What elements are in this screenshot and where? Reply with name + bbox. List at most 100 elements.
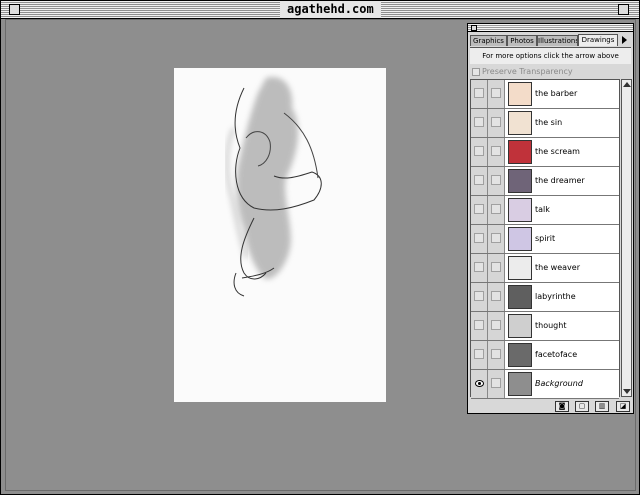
visibility-cell	[474, 349, 484, 359]
layer-row[interactable]: Background	[471, 370, 619, 399]
link-cell	[491, 378, 501, 388]
visibility-cell	[474, 291, 484, 301]
visibility-cell	[474, 175, 484, 185]
palette-bottom-bar: ◙ ▢ ▥ ◪	[470, 401, 631, 412]
layer-thumbnail	[508, 227, 532, 251]
visibility-cell	[474, 117, 484, 127]
link-cell	[491, 117, 501, 127]
layer-link-toggle[interactable]	[488, 196, 505, 224]
new-layer-icon[interactable]: ▢	[575, 401, 589, 412]
layer-link-toggle[interactable]	[488, 341, 505, 369]
layer-visibility-toggle[interactable]	[471, 341, 488, 369]
layer-visibility-toggle[interactable]	[471, 283, 488, 311]
preserve-transparency[interactable]: Preserve Transparency	[470, 66, 631, 78]
tab-illustrations[interactable]: Illustrations	[537, 35, 578, 46]
layer-row[interactable]: the barber	[471, 80, 619, 109]
layer-list: the barber the sin the scream the dreamer ta…	[470, 79, 620, 399]
resize-icon[interactable]: ◪	[616, 401, 630, 412]
link-cell	[491, 262, 501, 272]
layer-link-toggle[interactable]	[488, 109, 505, 137]
eye-icon	[475, 380, 484, 387]
preserve-transparency-label: Preserve Transparency	[482, 67, 573, 76]
link-cell	[491, 175, 501, 185]
close-box[interactable]	[9, 4, 20, 15]
layer-link-toggle[interactable]	[488, 283, 505, 311]
layer-visibility-toggle[interactable]	[471, 109, 488, 137]
layer-visibility-toggle[interactable]	[471, 370, 488, 398]
palette-tabs: Graphics Photos Illustrations Drawings	[470, 34, 631, 46]
layer-name: the weaver	[535, 263, 580, 272]
visibility-cell	[474, 88, 484, 98]
layer-name: the dreamer	[535, 176, 585, 185]
palette-title-bar[interactable]	[468, 24, 633, 32]
layer-name: talk	[535, 205, 550, 214]
window-title: agathehd.com	[280, 1, 381, 18]
title-bar[interactable]: agathehd.com	[1, 1, 639, 19]
layer-row[interactable]: talk	[471, 196, 619, 225]
layer-visibility-toggle[interactable]	[471, 138, 488, 166]
visibility-cell	[474, 320, 484, 330]
layer-visibility-toggle[interactable]	[471, 312, 488, 340]
layer-link-toggle[interactable]	[488, 138, 505, 166]
link-cell	[491, 320, 501, 330]
layer-thumbnail	[508, 169, 532, 193]
layer-thumbnail	[508, 111, 532, 135]
layer-visibility-toggle[interactable]	[471, 167, 488, 195]
layer-link-toggle[interactable]	[488, 312, 505, 340]
layer-list-scrollbar[interactable]	[621, 79, 632, 397]
layer-link-toggle[interactable]	[488, 80, 505, 108]
layer-name: the scream	[535, 147, 580, 156]
visibility-cell	[474, 146, 484, 156]
browser-window: agathehd.com Graphics Photos Illustratio…	[0, 0, 640, 495]
layer-row[interactable]: the dreamer	[471, 167, 619, 196]
palette-menu-arrow-icon[interactable]	[622, 36, 627, 44]
layer-thumbnail	[508, 314, 532, 338]
layer-row[interactable]: labyrinthe	[471, 283, 619, 312]
visibility-cell	[474, 262, 484, 272]
link-cell	[491, 146, 501, 156]
layer-visibility-toggle[interactable]	[471, 225, 488, 253]
layer-name: thought	[535, 321, 567, 330]
zoom-box[interactable]	[618, 4, 629, 15]
layer-link-toggle[interactable]	[488, 167, 505, 195]
layer-link-toggle[interactable]	[488, 254, 505, 282]
layers-palette: Graphics Photos Illustrations Drawings F…	[467, 23, 634, 414]
layer-thumbnail	[508, 372, 532, 396]
layer-row[interactable]: thought	[471, 312, 619, 341]
scroll-down-icon[interactable]	[623, 389, 631, 394]
link-cell	[491, 233, 501, 243]
tab-graphics[interactable]: Graphics	[470, 35, 507, 46]
layer-name: the sin	[535, 118, 563, 127]
layer-name: the barber	[535, 89, 578, 98]
layer-row[interactable]: facetoface	[471, 341, 619, 370]
layer-link-toggle[interactable]	[488, 225, 505, 253]
palette-close-box[interactable]	[471, 25, 477, 31]
mask-icon[interactable]: ◙	[555, 401, 569, 412]
layer-visibility-toggle[interactable]	[471, 196, 488, 224]
layer-thumbnail	[508, 256, 532, 280]
layer-row[interactable]: the weaver	[471, 254, 619, 283]
scroll-up-icon[interactable]	[623, 82, 631, 87]
layer-row[interactable]: the scream	[471, 138, 619, 167]
layer-name: Background	[535, 379, 583, 388]
layer-thumbnail	[508, 198, 532, 222]
charcoal-drawing-image	[226, 77, 322, 297]
preserve-transparency-checkbox[interactable]	[472, 68, 480, 76]
tab-photos[interactable]: Photos	[507, 35, 537, 46]
layer-thumbnail	[508, 140, 532, 164]
trash-icon[interactable]: ▥	[595, 401, 609, 412]
layer-row[interactable]: spirit	[471, 225, 619, 254]
layer-thumbnail	[508, 343, 532, 367]
link-cell	[491, 291, 501, 301]
layer-row[interactable]: the sin	[471, 109, 619, 138]
link-cell	[491, 204, 501, 214]
visibility-cell	[474, 233, 484, 243]
layer-name: facetoface	[535, 350, 578, 359]
layer-visibility-toggle[interactable]	[471, 80, 488, 108]
drawing-canvas	[174, 68, 386, 402]
palette-hint: For more options click the arrow above	[470, 47, 631, 64]
tab-drawings[interactable]: Drawings	[578, 34, 618, 46]
layer-link-toggle[interactable]	[488, 370, 505, 398]
layer-visibility-toggle[interactable]	[471, 254, 488, 282]
layer-thumbnail	[508, 285, 532, 309]
